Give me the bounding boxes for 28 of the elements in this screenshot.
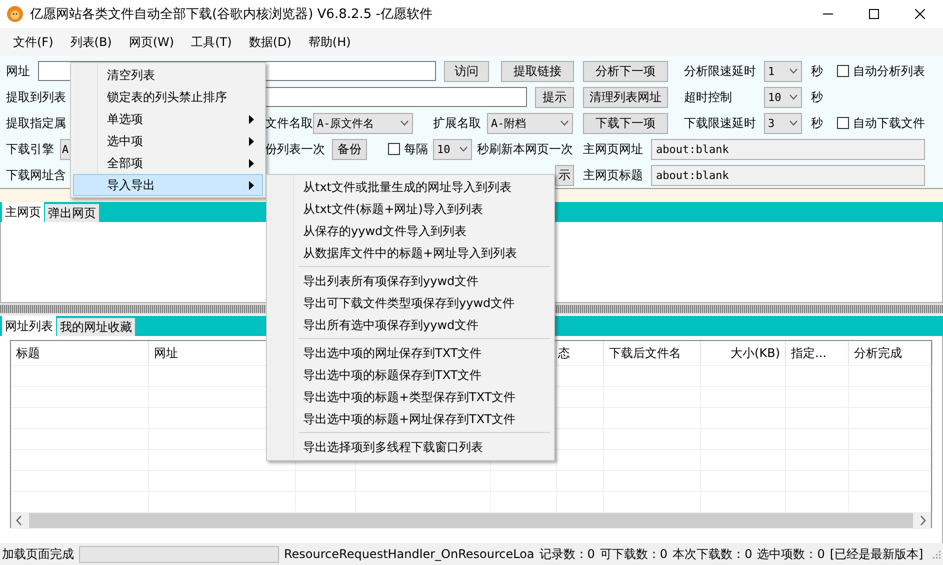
checkbox-label: 自动下载文件 — [853, 114, 925, 132]
field-label: 主网页网址 — [583, 140, 644, 158]
field-label: 下载限速延时 — [684, 114, 757, 132]
status-count: 选中项数：0 — [757, 546, 825, 562]
field-label: 网址 — [6, 62, 31, 80]
status-count: 本次下载数：0 — [672, 546, 752, 562]
field-label: 下载网址含 — [6, 166, 67, 184]
field-label: 秒刷新本网页一次 — [477, 140, 574, 158]
status-count: 可下载数：0 — [600, 546, 668, 562]
status-count: 记录数：0 — [539, 546, 595, 562]
field-label: 秒 — [811, 62, 824, 80]
version-status: [已经是最新版本] — [830, 546, 924, 562]
field-label: 提取到列表 — [6, 88, 67, 106]
field-label: 秒 — [811, 114, 824, 132]
field-label: 扩展名取 — [433, 114, 482, 132]
status-text: ResourceRequestHandler_OnResourceLoa — [284, 547, 534, 561]
field-label: 超时控制 — [684, 88, 733, 106]
field-label: 下载引擎 — [6, 140, 55, 158]
field-label: 分析限速延时 — [684, 62, 757, 80]
field-label: 文件名取 — [265, 114, 311, 132]
field-label: 主网页标题 — [583, 166, 644, 184]
window-title: 亿愿网站各类文件自动全部下载(谷歌内核浏览器) V6.8.2.5 -亿愿软件 — [30, 6, 434, 23]
checkbox-label: 自动分析列表 — [853, 62, 925, 80]
field-label: 提取指定属 — [6, 114, 67, 132]
checkbox-label: 每隔 — [404, 140, 428, 158]
status-text: 加载页面完成 — [2, 546, 74, 562]
field-label: 份列表一次 — [265, 140, 326, 158]
field-label: 秒 — [811, 88, 824, 106]
